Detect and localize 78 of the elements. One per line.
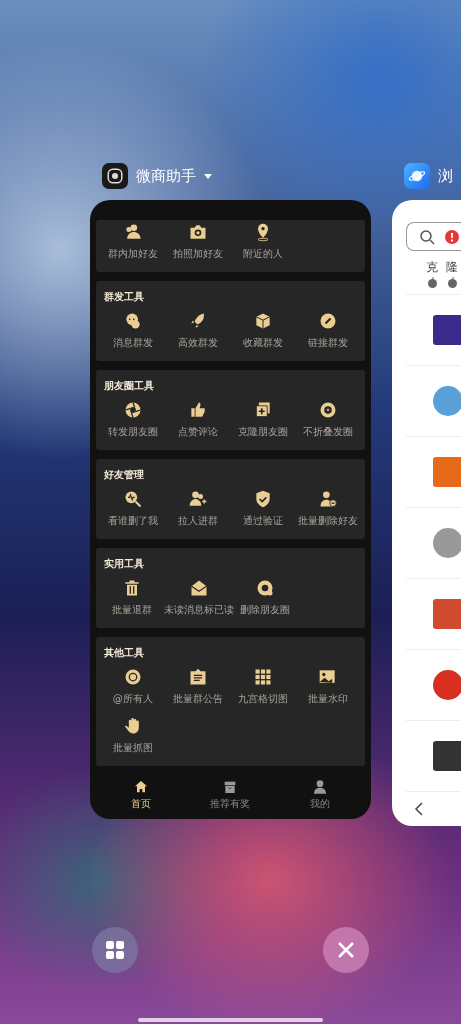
tool-item[interactable]: 链接群发	[295, 311, 361, 350]
tool-item[interactable]: 点赞评论	[165, 400, 231, 439]
tool-item[interactable]: 消息群发	[100, 311, 166, 350]
alert-icon	[445, 229, 459, 244]
tool-item[interactable]: 拉人进群	[165, 489, 231, 528]
tool-label: 拉人进群	[177, 514, 218, 528]
tool-label: 点赞评论	[177, 425, 218, 439]
tool-item[interactable]: 转发朋友圈	[100, 400, 166, 439]
tool-label: 批量退群	[111, 603, 152, 617]
people-icon	[187, 489, 208, 509]
tool-label: 链接群发	[308, 336, 349, 350]
split-screen-button[interactable]	[92, 927, 138, 973]
close-icon	[337, 941, 355, 959]
tool-label: 批量抓图	[112, 741, 153, 755]
tool-label: 看谁删了我	[107, 514, 158, 528]
app-icon[interactable]	[432, 314, 461, 347]
tool-item[interactable]: 看谁删了我	[100, 489, 166, 528]
tool-item[interactable]: 批量群公告	[165, 667, 231, 706]
person-icon	[312, 779, 329, 795]
tool-item[interactable]: 批量删除好友	[295, 489, 361, 528]
app-preview-card[interactable]: 克 隆	[392, 200, 461, 826]
caret-icon[interactable]	[204, 173, 212, 179]
tool-item[interactable]: @所有人	[100, 667, 166, 706]
app-preview-card[interactable]: 群内加好友 拍照加好友 附近的人 群发工具 消息群发 高效群发 收藏群发 链接群发 朋友圈工具 转发朋友圈 点赞评论 克隆朋友圈 不折叠发圈 好友管理 看谁删了我 拉人进群 通过验证 批量删除好友 实用工具 批量退群 未读消息标已读 删除朋友圈 其他工具 @所有人 批量群公告 九宫格切图 批量水印 批量抓图 首页 推荐有奖 我的	[90, 200, 371, 819]
tool-label: 批量删除好友	[298, 514, 359, 528]
tool-item[interactable]: 克隆朋友圈	[230, 400, 296, 439]
tool-label: 群内加好友	[107, 247, 158, 261]
section-title: 群发工具	[103, 290, 145, 304]
section-title: 好友管理	[103, 468, 145, 482]
search-icon	[419, 228, 435, 245]
section-title: 朋友圈工具	[103, 379, 155, 393]
grid-icon	[105, 940, 125, 960]
tool-label: 删除朋友圈	[240, 603, 291, 617]
tool-label: 消息群发	[112, 336, 153, 350]
tool-label: 通过验证	[243, 514, 284, 528]
tool-item[interactable]: 删除朋友圈	[233, 578, 298, 617]
tool-item[interactable]: 九宫格切图	[230, 667, 296, 706]
tool-item[interactable]: 不折叠发圈	[295, 400, 361, 439]
tool-label: 未读消息标已读	[163, 603, 234, 617]
tool-label: @所有人	[112, 692, 153, 706]
tool-item[interactable]: 收藏群发	[230, 311, 296, 350]
tool-item[interactable]: 群内加好友	[100, 222, 166, 261]
tool-label: 不折叠发圈	[303, 425, 354, 439]
section-title: 其他工具	[103, 646, 145, 660]
tab[interactable]: 隆	[446, 259, 458, 289]
tool-label: 附近的人	[243, 247, 284, 261]
tool-label: 收藏群发	[243, 336, 284, 350]
tab[interactable]: 克	[426, 259, 438, 289]
bomb-icon	[446, 277, 458, 289]
app-name: 浏	[438, 166, 453, 186]
tool-label: 高效群发	[177, 336, 218, 350]
close-button[interactable]	[323, 927, 369, 973]
envelope-icon	[188, 578, 209, 598]
tool-label: 批量群公告	[172, 692, 223, 706]
tool-item[interactable]: 批量抓图	[100, 716, 166, 755]
back-icon[interactable]	[414, 802, 424, 817]
tool-item[interactable]: 未读消息标已读	[163, 578, 234, 617]
nav-tab[interactable]: 推荐有奖	[185, 779, 276, 811]
tool-item[interactable]: 高效群发	[165, 311, 231, 350]
person-minus-icon	[318, 489, 339, 509]
tool-item[interactable]: 批量退群	[100, 578, 164, 617]
bomb-icon	[426, 277, 438, 289]
tool-label: 批量水印	[308, 692, 349, 706]
tool-label: 克隆朋友圈	[238, 425, 289, 439]
tool-label: 拍照加好友	[172, 247, 223, 261]
tool-item[interactable]: 拍照加好友	[165, 222, 231, 261]
tool-label: 九宫格切图	[238, 692, 289, 706]
grid-icon	[253, 667, 274, 687]
nav-tab[interactable]: 我的	[275, 779, 365, 811]
section-title: 实用工具	[103, 557, 145, 571]
tool-item[interactable]: 附近的人	[230, 222, 296, 261]
tool-item[interactable]: 批量水印	[295, 667, 361, 706]
app-icon[interactable]	[432, 740, 461, 773]
app-name: 微商助手	[136, 166, 196, 186]
tool-label: 转发朋友圈	[107, 425, 158, 439]
tool-item[interactable]: 通过验证	[230, 489, 296, 528]
nav-tab[interactable]: 首页	[96, 779, 186, 811]
app-icon[interactable]	[102, 163, 128, 189]
